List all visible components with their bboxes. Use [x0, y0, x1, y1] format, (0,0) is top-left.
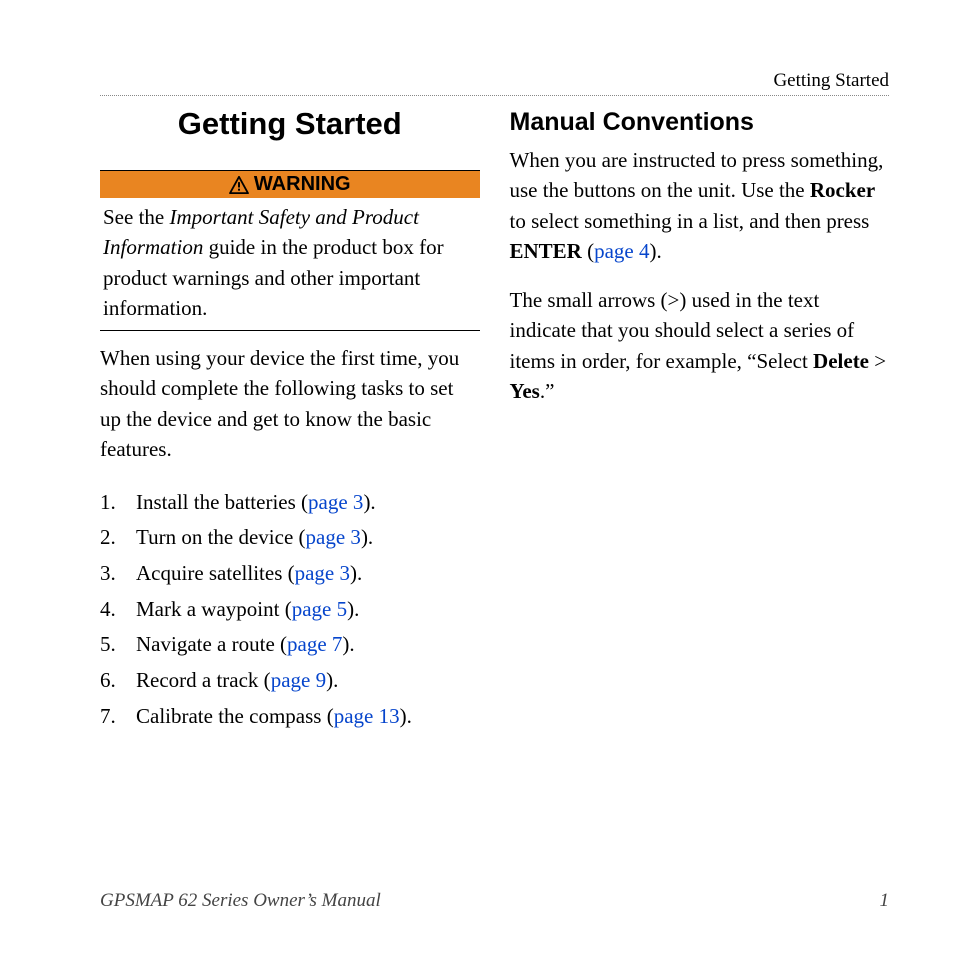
- list-item: 7.Calibrate the compass (page 13).: [126, 699, 480, 735]
- step-text: Install the batteries (: [136, 490, 308, 514]
- conventions-para2: The small arrows (>) used in the text in…: [510, 285, 890, 407]
- footer-page-number: 1: [880, 890, 890, 912]
- p1-seg3: (: [582, 239, 594, 263]
- step-number: 7.: [100, 699, 130, 735]
- p1-bold2: ENTER: [510, 239, 582, 263]
- list-item: 6.Record a track (page 9).: [126, 663, 480, 699]
- header-breadcrumb: Getting Started: [100, 70, 889, 96]
- step-text: Record a track (: [136, 668, 271, 692]
- step-number: 2.: [100, 520, 130, 556]
- p2-bold1: Delete: [813, 349, 869, 373]
- step-after: ).: [342, 632, 354, 656]
- page-link[interactable]: page 4: [594, 239, 649, 263]
- page-link[interactable]: page 13: [334, 704, 400, 728]
- p1-bold1: Rocker: [810, 178, 875, 202]
- footer-left: GPSMAP 62 Series Owner’s Manual: [100, 890, 381, 912]
- page-footer: GPSMAP 62 Series Owner’s Manual 1: [100, 890, 889, 912]
- warning-label: WARNING: [254, 173, 351, 196]
- page-link[interactable]: page 3: [306, 525, 361, 549]
- step-after: ).: [363, 490, 375, 514]
- left-column: Getting Started WARNING See the Importan…: [100, 106, 480, 734]
- step-after: ).: [326, 668, 338, 692]
- p2-seg3: .”: [540, 379, 555, 403]
- p2-seg2: >: [869, 349, 886, 373]
- intro-paragraph: When using your device the first time, y…: [100, 343, 480, 465]
- step-number: 1.: [100, 485, 130, 521]
- list-item: 3.Acquire satellites (page 3).: [126, 556, 480, 592]
- page-link[interactable]: page 5: [292, 597, 347, 621]
- step-text: Mark a waypoint (: [136, 597, 292, 621]
- p1-seg4: ).: [650, 239, 662, 263]
- p2-bold2: Yes: [510, 379, 540, 403]
- step-text: Calibrate the compass (: [136, 704, 334, 728]
- list-item: 5.Navigate a route (page 7).: [126, 627, 480, 663]
- conventions-para1: When you are instructed to press somethi…: [510, 145, 890, 267]
- warning-box: WARNING See the Important Safety and Pro…: [100, 170, 480, 331]
- p1-seg2: to select something in a list, and then …: [510, 209, 870, 233]
- step-number: 3.: [100, 556, 130, 592]
- page-link[interactable]: page 9: [271, 668, 326, 692]
- right-column: Manual Conventions When you are instruct…: [510, 106, 890, 734]
- section-subtitle: Manual Conventions: [510, 108, 890, 137]
- step-text: Navigate a route (: [136, 632, 287, 656]
- step-number: 5.: [100, 627, 130, 663]
- warning-triangle-icon: [229, 176, 249, 194]
- list-item: 4.Mark a waypoint (page 5).: [126, 592, 480, 628]
- page-link[interactable]: page 3: [295, 561, 350, 585]
- step-after: ).: [361, 525, 373, 549]
- step-number: 6.: [100, 663, 130, 699]
- warning-pre: See the: [103, 205, 169, 229]
- page-link[interactable]: page 3: [308, 490, 363, 514]
- step-text: Turn on the device (: [136, 525, 306, 549]
- list-item: 2.Turn on the device (page 3).: [126, 520, 480, 556]
- page-title: Getting Started: [100, 106, 480, 142]
- page-link[interactable]: page 7: [287, 632, 342, 656]
- p2-seg1: The small arrows (>) used in the text in…: [510, 288, 855, 373]
- step-after: ).: [400, 704, 412, 728]
- steps-list: 1.Install the batteries (page 3). 2.Turn…: [100, 485, 480, 735]
- warning-header: WARNING: [100, 171, 480, 198]
- list-item: 1.Install the batteries (page 3).: [126, 485, 480, 521]
- warning-body: See the Important Safety and Product Inf…: [100, 198, 480, 330]
- step-after: ).: [347, 597, 359, 621]
- step-after: ).: [350, 561, 362, 585]
- step-number: 4.: [100, 592, 130, 628]
- step-text: Acquire satellites (: [136, 561, 295, 585]
